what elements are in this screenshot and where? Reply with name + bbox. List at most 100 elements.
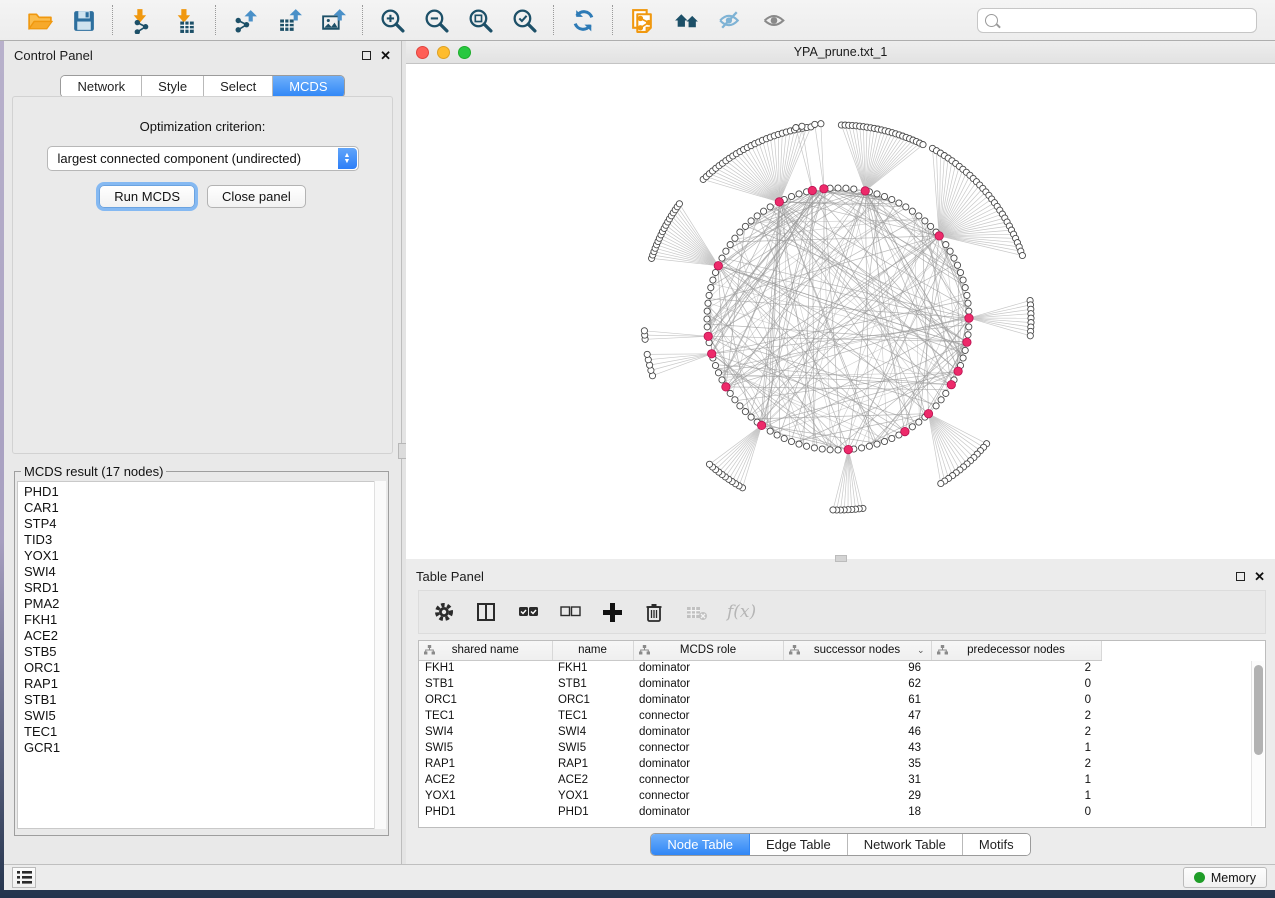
- table-cell[interactable]: 2: [931, 708, 1101, 724]
- float-panel-icon[interactable]: [362, 51, 371, 60]
- gear-button[interactable]: [433, 601, 455, 623]
- divider-grip-horizontal[interactable]: [835, 555, 847, 562]
- table-cell[interactable]: connector: [633, 708, 783, 724]
- zoom-selected-button[interactable]: [509, 5, 539, 35]
- zoom-in-button[interactable]: [377, 5, 407, 35]
- search-input[interactable]: [1003, 13, 1249, 27]
- table-cell[interactable]: RAP1: [552, 756, 633, 772]
- table-cell[interactable]: TEC1: [419, 708, 552, 724]
- mcds-result-item[interactable]: SWI4: [24, 564, 385, 580]
- mcds-result-list[interactable]: PHD1CAR1STP4TID3YOX1SWI4SRD1PMA2FKH1ACE2…: [17, 481, 386, 829]
- table-cell[interactable]: ORC1: [419, 692, 552, 708]
- table-cell[interactable]: PHD1: [419, 804, 552, 820]
- table-cell[interactable]: connector: [633, 788, 783, 804]
- network-canvas[interactable]: [406, 64, 1275, 558]
- refresh-button[interactable]: [568, 5, 598, 35]
- table-cell[interactable]: RAP1: [419, 756, 552, 772]
- mcds-result-item[interactable]: STB1: [24, 692, 385, 708]
- float-table-panel-icon[interactable]: [1236, 572, 1245, 581]
- table-cell[interactable]: YOX1: [419, 788, 552, 804]
- tab-mcds[interactable]: MCDS: [273, 76, 343, 97]
- table-cell[interactable]: SWI4: [419, 724, 552, 740]
- optimization-select[interactable]: largest connected component (undirected)…: [47, 146, 359, 171]
- tab-motifs[interactable]: Motifs: [963, 834, 1030, 855]
- memory-button[interactable]: Memory: [1183, 867, 1267, 888]
- tab-style[interactable]: Style: [142, 76, 204, 97]
- mcds-list-scrollbar[interactable]: [374, 481, 386, 829]
- table-cell[interactable]: 29: [783, 788, 931, 804]
- first-neighbors-button[interactable]: [671, 5, 701, 35]
- table-cell[interactable]: SWI4: [552, 724, 633, 740]
- mcds-result-item[interactable]: FKH1: [24, 612, 385, 628]
- table-cell[interactable]: 2: [931, 724, 1101, 740]
- table-row[interactable]: ORC1ORC1dominator610: [419, 692, 1101, 708]
- mcds-result-item[interactable]: SWI5: [24, 708, 385, 724]
- task-history-button[interactable]: [12, 867, 36, 888]
- network-titlebar[interactable]: YPA_prune.txt_1: [406, 41, 1275, 64]
- mcds-node[interactable]: [775, 198, 783, 206]
- table-row[interactable]: PHD1PHD1dominator180: [419, 804, 1101, 820]
- table-cell[interactable]: dominator: [633, 676, 783, 692]
- table-cell[interactable]: 2: [931, 660, 1101, 676]
- import-network-button[interactable]: [127, 5, 157, 35]
- zoom-out-button[interactable]: [421, 5, 451, 35]
- mcds-result-item[interactable]: ACE2: [24, 628, 385, 644]
- export-image-button[interactable]: [318, 5, 348, 35]
- save-session-button[interactable]: [68, 5, 98, 35]
- table-cell[interactable]: 31: [783, 772, 931, 788]
- column-header-MCDS-role[interactable]: MCDS role: [633, 641, 783, 660]
- table-cell[interactable]: SWI5: [419, 740, 552, 756]
- search-box[interactable]: [977, 8, 1257, 33]
- table-cell[interactable]: ACE2: [552, 772, 633, 788]
- mcds-node[interactable]: [820, 185, 828, 193]
- table-cell[interactable]: 46: [783, 724, 931, 740]
- mcds-node[interactable]: [861, 187, 869, 195]
- close-panel-icon[interactable]: ✕: [380, 49, 391, 62]
- table-cell[interactable]: 18: [783, 804, 931, 820]
- mcds-node[interactable]: [965, 314, 973, 322]
- table-cell[interactable]: 47: [783, 708, 931, 724]
- mcds-node[interactable]: [924, 410, 932, 418]
- table-cell[interactable]: connector: [633, 740, 783, 756]
- table-cell[interactable]: 2: [931, 756, 1101, 772]
- function-button[interactable]: f(x): [727, 602, 756, 622]
- mcds-node[interactable]: [935, 232, 943, 240]
- table-cell[interactable]: YOX1: [552, 788, 633, 804]
- duplicate-network-button[interactable]: [627, 5, 657, 35]
- table-cell[interactable]: FKH1: [552, 660, 633, 676]
- zoom-fit-button[interactable]: [465, 5, 495, 35]
- table-scrollbar-thumb[interactable]: [1254, 665, 1263, 755]
- import-table-button[interactable]: [171, 5, 201, 35]
- mcds-result-item[interactable]: TEC1: [24, 724, 385, 740]
- table-row[interactable]: FKH1FKH1dominator962: [419, 660, 1101, 676]
- show-all-button[interactable]: [759, 5, 789, 35]
- mcds-node[interactable]: [901, 427, 909, 435]
- deselect-all-button[interactable]: [559, 601, 581, 623]
- network-graph[interactable]: [406, 64, 1275, 558]
- table-cell[interactable]: 0: [931, 804, 1101, 820]
- table-cell[interactable]: 1: [931, 772, 1101, 788]
- table-cell[interactable]: 35: [783, 756, 931, 772]
- mcds-result-item[interactable]: YOX1: [24, 548, 385, 564]
- mcds-result-item[interactable]: STP4: [24, 516, 385, 532]
- mcds-result-item[interactable]: RAP1: [24, 676, 385, 692]
- tab-node-table[interactable]: Node Table: [651, 834, 750, 855]
- table-cell[interactable]: PHD1: [552, 804, 633, 820]
- mcds-result-item[interactable]: SRD1: [24, 580, 385, 596]
- table-cell[interactable]: FKH1: [419, 660, 552, 676]
- table-cell[interactable]: 1: [931, 740, 1101, 756]
- table-cell[interactable]: STB1: [552, 676, 633, 692]
- tab-edge-table[interactable]: Edge Table: [750, 834, 848, 855]
- table-cell[interactable]: 0: [931, 676, 1101, 692]
- table-scrollbar[interactable]: [1251, 661, 1264, 826]
- table-cell[interactable]: dominator: [633, 724, 783, 740]
- delete-table-button[interactable]: [685, 601, 707, 623]
- column-header-successor-nodes[interactable]: successor nodes⌄: [783, 641, 931, 660]
- table-cell[interactable]: dominator: [633, 804, 783, 820]
- table-cell[interactable]: 62: [783, 676, 931, 692]
- table-row[interactable]: TEC1TEC1connector472: [419, 708, 1101, 724]
- delete-button[interactable]: [643, 601, 665, 623]
- table-row[interactable]: ACE2ACE2connector311: [419, 772, 1101, 788]
- mcds-node[interactable]: [708, 350, 716, 358]
- table-cell[interactable]: SWI5: [552, 740, 633, 756]
